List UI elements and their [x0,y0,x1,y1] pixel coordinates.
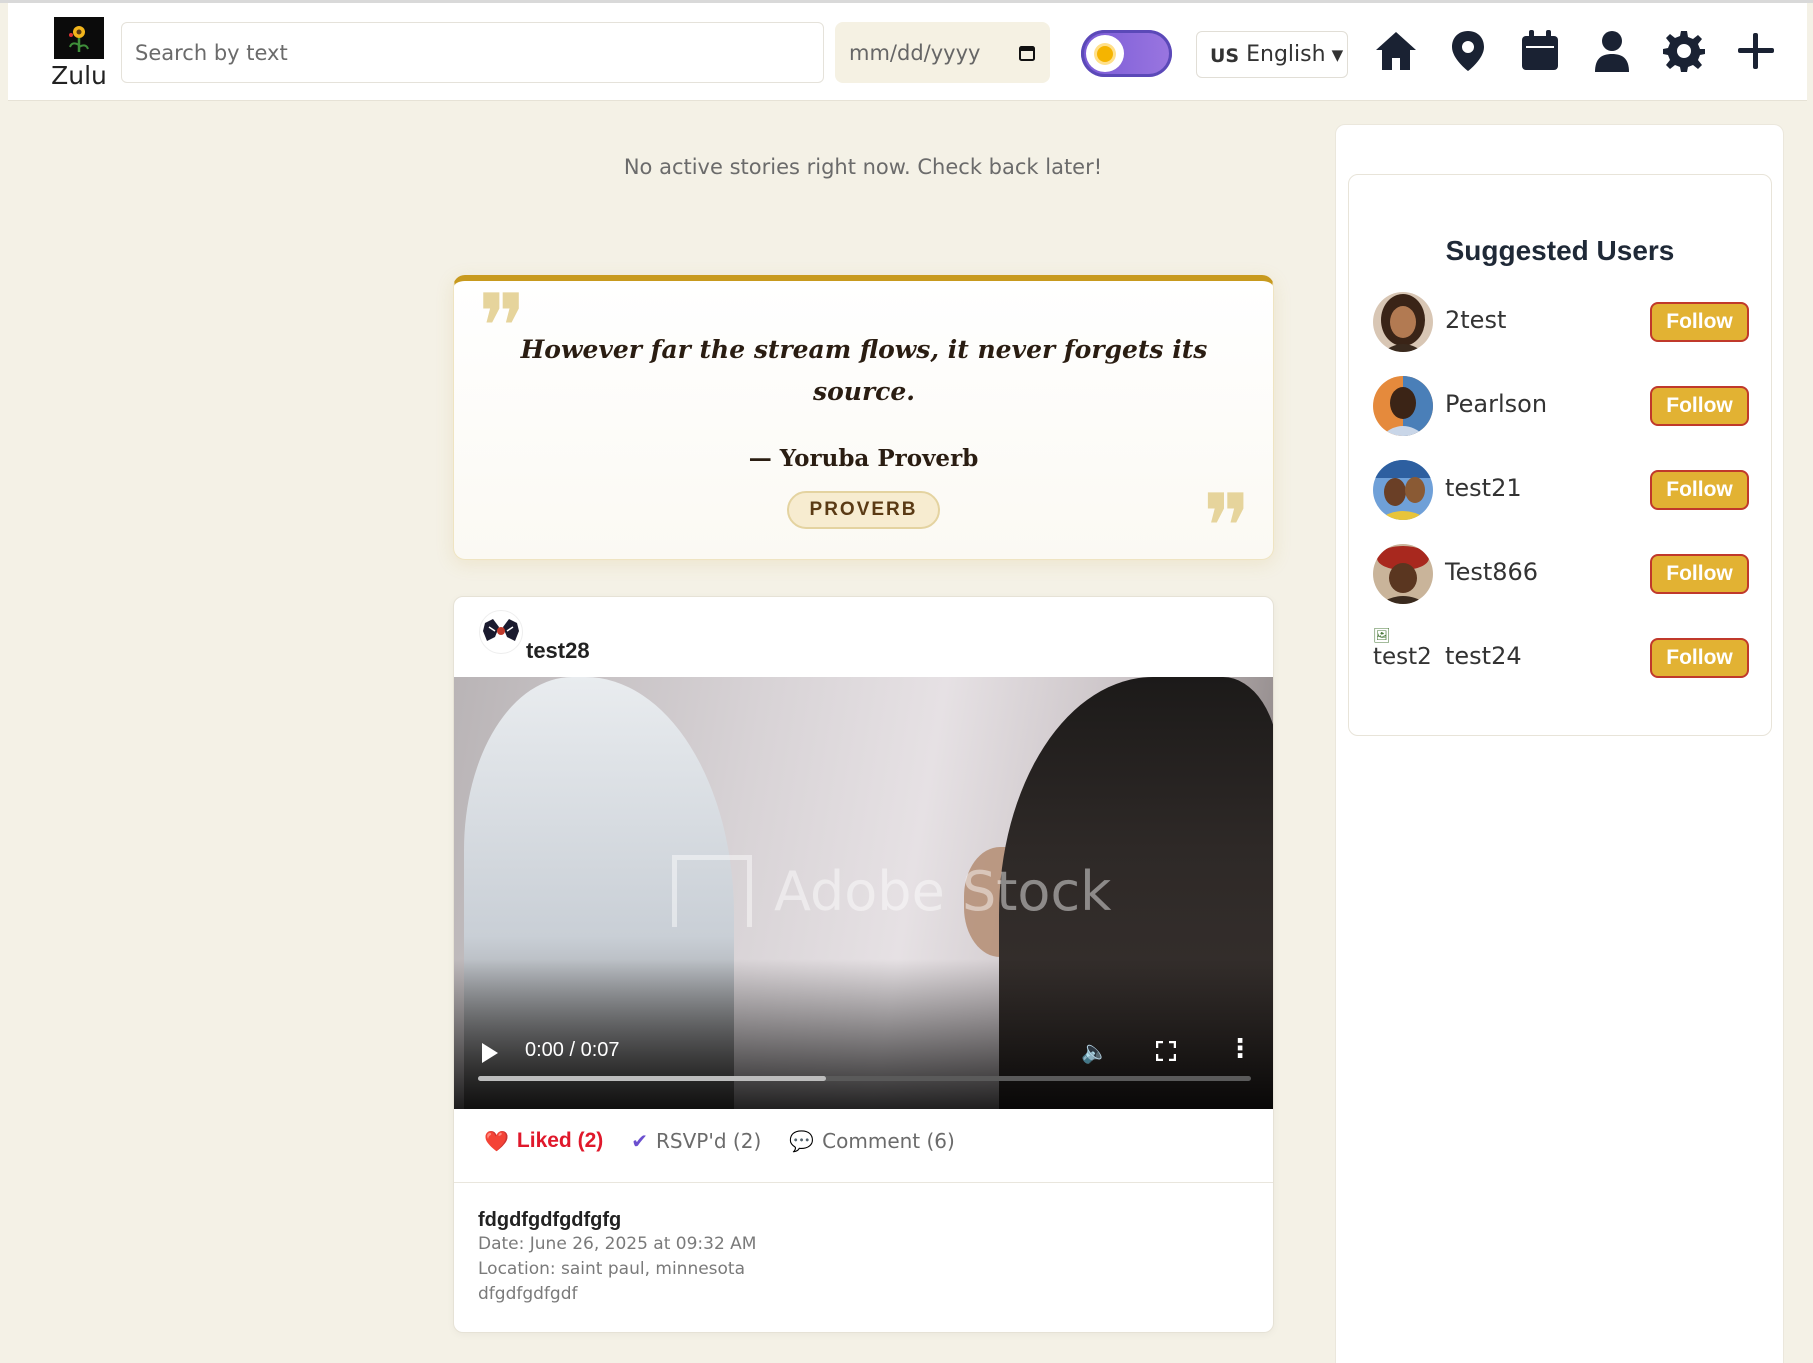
rsvp-button[interactable]: ✔ RSVP'd (2) [631,1129,761,1153]
avatar-alt-text: test2 [1373,644,1432,670]
location-pin-icon[interactable] [1444,27,1492,75]
suggested-users-panel: Suggested Users 2test Follow Pearlson Fo… [1348,174,1772,736]
follow-button[interactable]: Follow [1650,470,1749,510]
language-label: English [1246,42,1326,67]
video-watermark: Adobe Stock [672,855,1111,927]
home-icon[interactable] [1372,27,1420,75]
avatar[interactable] [1373,460,1433,520]
divider [454,1182,1273,1183]
speech-bubble-icon: 💬 [789,1129,815,1153]
quote-category-badge: PROVERB [787,491,940,529]
follow-button[interactable]: Follow [1650,554,1749,594]
theme-toggle-knob [1086,35,1124,72]
fullscreen-icon[interactable] [1156,1041,1176,1061]
post-date: Date: June 26, 2025 at 09:32 AM [478,1234,757,1254]
suggested-user-name[interactable]: Test866 [1445,558,1538,586]
suggested-user-row: Test866 Follow [1373,544,1749,604]
play-icon[interactable] [482,1043,498,1063]
follow-button[interactable]: Follow [1650,302,1749,342]
post-title: fdgdfgdfgdfgfg [478,1209,622,1231]
post-actions: ❤️ Liked (2) ✔ RSVP'd (2) 💬 Comment (6) [484,1124,983,1158]
language-select[interactable]: US English ▼ [1196,31,1348,78]
checkmark-icon: ✔ [631,1129,649,1153]
suggested-user-row: 2test Follow [1373,292,1749,352]
video-time: 0:00 / 0:07 [525,1039,620,1061]
video-progress-fill [478,1076,826,1081]
post-description: dfgdfgdfgdf [478,1284,578,1304]
follow-button[interactable]: Follow [1650,638,1749,678]
logo-image [54,17,104,59]
suggested-user-row: Pearlson Follow [1373,376,1749,436]
comment-button[interactable]: 💬 Comment (6) [789,1129,955,1153]
logo-text: Zulu [51,61,107,90]
sun-icon [1097,45,1113,62]
proverb-card: ❞ However far the stream flows, it never… [453,275,1274,573]
quote-author: — Yoruba Proverb [748,445,979,472]
add-plus-icon[interactable] [1732,27,1780,75]
profile-icon[interactable] [1588,27,1636,75]
brand-logo[interactable]: Zulu [44,17,114,90]
video-progress-bar[interactable] [478,1076,1251,1081]
post-location: Location: saint paul, minnesota [478,1259,746,1279]
suggested-user-name[interactable]: test24 [1445,642,1522,670]
theme-toggle[interactable] [1081,30,1172,77]
heart-icon: ❤️ [484,1130,509,1153]
post-card: test28 Adobe Stock 0:00 / 0:07 🔈 ⋮ ❤️ Li… [453,596,1274,1333]
follow-button[interactable]: Follow [1650,386,1749,426]
suggested-user-name[interactable]: 2test [1445,306,1506,334]
date-placeholder: mm/dd/yyyy [849,40,981,65]
like-label: Liked (2) [516,1129,604,1152]
date-picker[interactable]: mm/dd/yyyy [835,22,1050,83]
right-sidebar: Suggested Users 2test Follow Pearlson Fo… [1335,124,1784,1363]
language-flag: US [1210,45,1240,67]
comment-label: Comment (6) [822,1129,955,1153]
calendar-icon[interactable] [1516,27,1564,75]
suggested-user-row: test21 Follow [1373,460,1749,520]
video-controls: 0:00 / 0:07 🔈 ⋮ [454,1033,1273,1077]
broken-avatar-image[interactable]: 🖼 test2 [1373,628,1437,670]
avatar[interactable] [1373,544,1433,604]
post-username[interactable]: test28 [526,638,590,664]
avatar[interactable] [1373,292,1433,352]
stories-empty-message: No active stories right now. Check back … [623,155,1103,179]
suggested-user-name[interactable]: test21 [1445,474,1522,502]
chevron-down-icon: ▼ [1331,45,1344,64]
video-player[interactable]: Adobe Stock 0:00 / 0:07 🔈 ⋮ [454,677,1273,1109]
adobe-logo-icon [672,855,752,927]
quote-text: However far the stream flows, it never f… [520,335,1208,406]
search-input[interactable] [121,22,824,83]
like-button[interactable]: ❤️ Liked (2) [484,1129,603,1154]
top-navbar: Zulu mm/dd/yyyy US English ▼ [8,3,1807,101]
calendar-small-icon[interactable] [1018,44,1036,62]
more-options-icon[interactable]: ⋮ [1227,1035,1253,1061]
avatar[interactable] [1373,376,1433,436]
suggested-user-name[interactable]: Pearlson [1445,390,1547,418]
post-details: fdgdfgdfgdfgfg Date: June 26, 2025 at 09… [478,1209,756,1307]
close-quote-icon: ❞ [1202,475,1251,580]
suggested-user-row: 🖼 test2 test24 Follow [1373,628,1749,688]
post-author-avatar[interactable] [479,610,523,654]
volume-icon[interactable]: 🔈 [1081,1039,1108,1065]
settings-gear-icon[interactable] [1660,27,1708,75]
watermark-text: Adobe Stock [774,859,1112,923]
suggested-users-title: Suggested Users [1445,235,1675,266]
broken-image-icon: 🖼 [1373,628,1391,644]
rsvp-label: RSVP'd (2) [656,1129,762,1153]
